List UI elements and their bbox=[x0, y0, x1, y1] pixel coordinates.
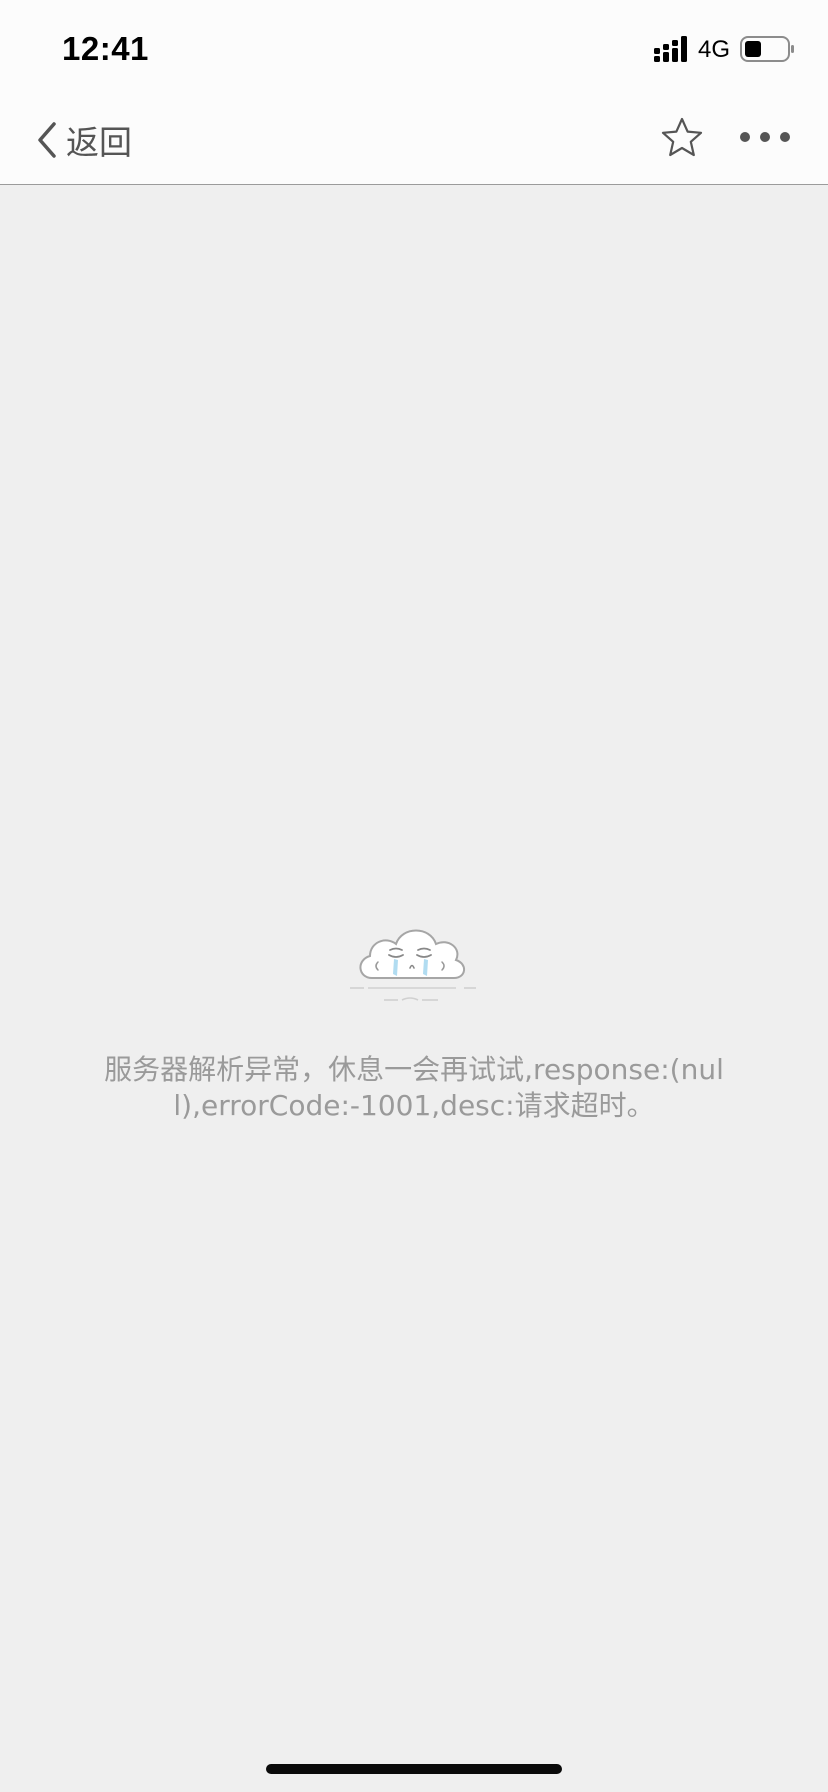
signal-bars-icon bbox=[654, 36, 687, 62]
more-dots-icon[interactable] bbox=[738, 122, 792, 152]
status-bar: 12:41 4G bbox=[0, 0, 828, 96]
battery-icon bbox=[740, 36, 794, 62]
network-type-label: 4G bbox=[698, 36, 731, 63]
navigation-bar: 返回 bbox=[0, 96, 828, 185]
status-time: 12:41 bbox=[62, 30, 149, 67]
error-message: 服务器解析异常，休息一会再试试,response:(null),errorCod… bbox=[104, 1053, 724, 1122]
chevron-left-icon bbox=[38, 122, 56, 158]
crying-cloud-icon bbox=[350, 929, 476, 1001]
home-indicator[interactable] bbox=[266, 1764, 562, 1774]
back-button[interactable]: 返回 bbox=[36, 116, 132, 164]
error-state: 服务器解析异常，休息一会再试试,response:(null),errorCod… bbox=[0, 916, 828, 1124]
star-outline-icon[interactable] bbox=[660, 116, 704, 160]
back-label: 返回 bbox=[66, 123, 132, 162]
